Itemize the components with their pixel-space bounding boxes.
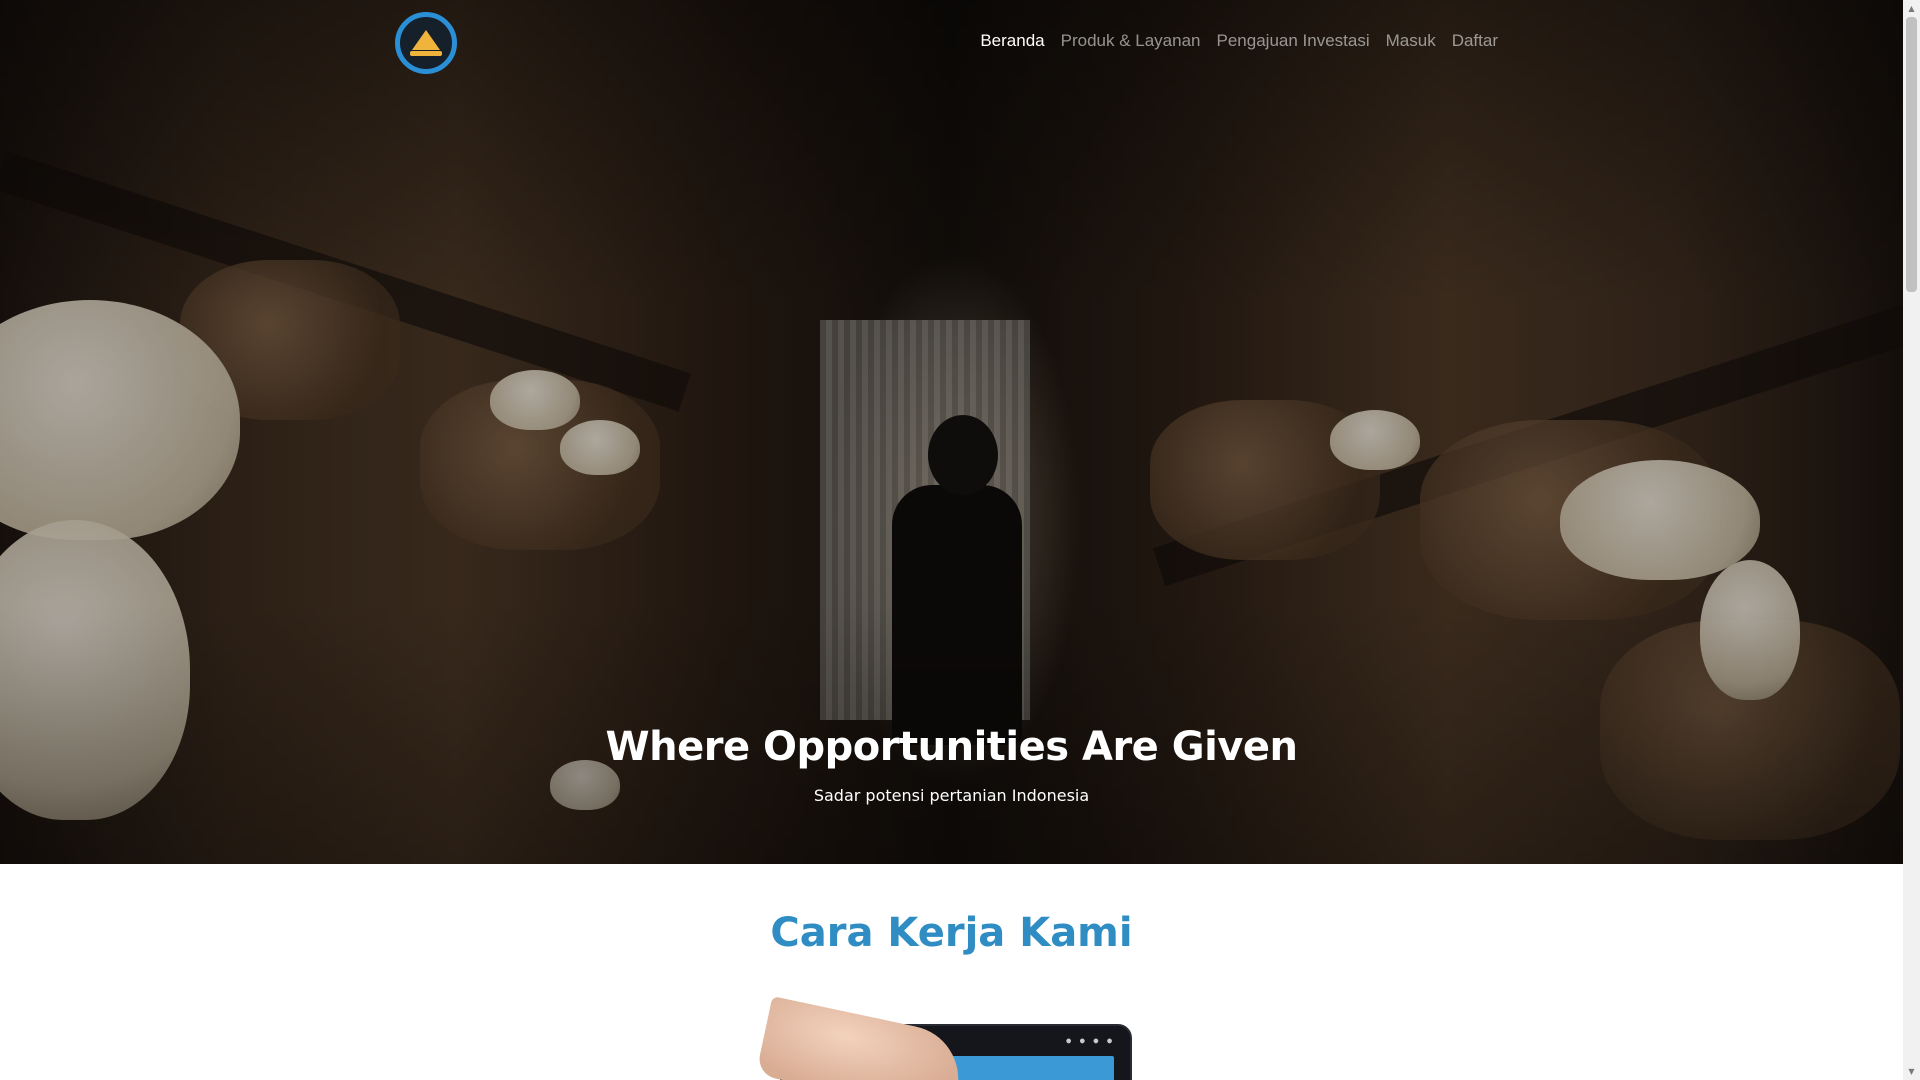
nav-item-produk-layanan[interactable]: Produk & Layanan: [1061, 31, 1201, 51]
scroll-thumb[interactable]: [1906, 17, 1917, 292]
top-navbar: Beranda Produk & Layanan Pengajuan Inves…: [0, 0, 1903, 86]
hero-title: Where Opportunities Are Given: [605, 724, 1298, 770]
logo-base-mark: [410, 51, 442, 56]
logo-mountain-mark: [412, 30, 440, 50]
hero-banner: Beranda Produk & Layanan Pengajuan Inves…: [0, 0, 1903, 864]
nav-menu: Beranda Produk & Layanan Pengajuan Inves…: [980, 31, 1498, 51]
vertical-scrollbar[interactable]: ▲ ▼: [1903, 0, 1920, 1080]
scroll-up-arrow-icon[interactable]: ▲: [1903, 0, 1920, 17]
brand-logo-icon[interactable]: [395, 12, 457, 74]
laptop-status-icons: ● ● ● ●: [1066, 1036, 1114, 1045]
section-title: Cara Kerja Kami: [770, 910, 1133, 956]
nav-item-beranda[interactable]: Beranda: [980, 31, 1044, 51]
hand-illustration: [755, 996, 969, 1080]
scroll-down-arrow-icon[interactable]: ▼: [1903, 1063, 1920, 1080]
nav-item-masuk[interactable]: Masuk: [1386, 31, 1436, 51]
hero-subtitle: Sadar potensi pertanian Indonesia: [813, 786, 1090, 805]
nav-item-pengajuan-investasi[interactable]: Pengajuan Investasi: [1217, 31, 1370, 51]
page: Beranda Produk & Layanan Pengajuan Inves…: [0, 0, 1903, 1080]
nav-item-daftar[interactable]: Daftar: [1452, 31, 1498, 51]
